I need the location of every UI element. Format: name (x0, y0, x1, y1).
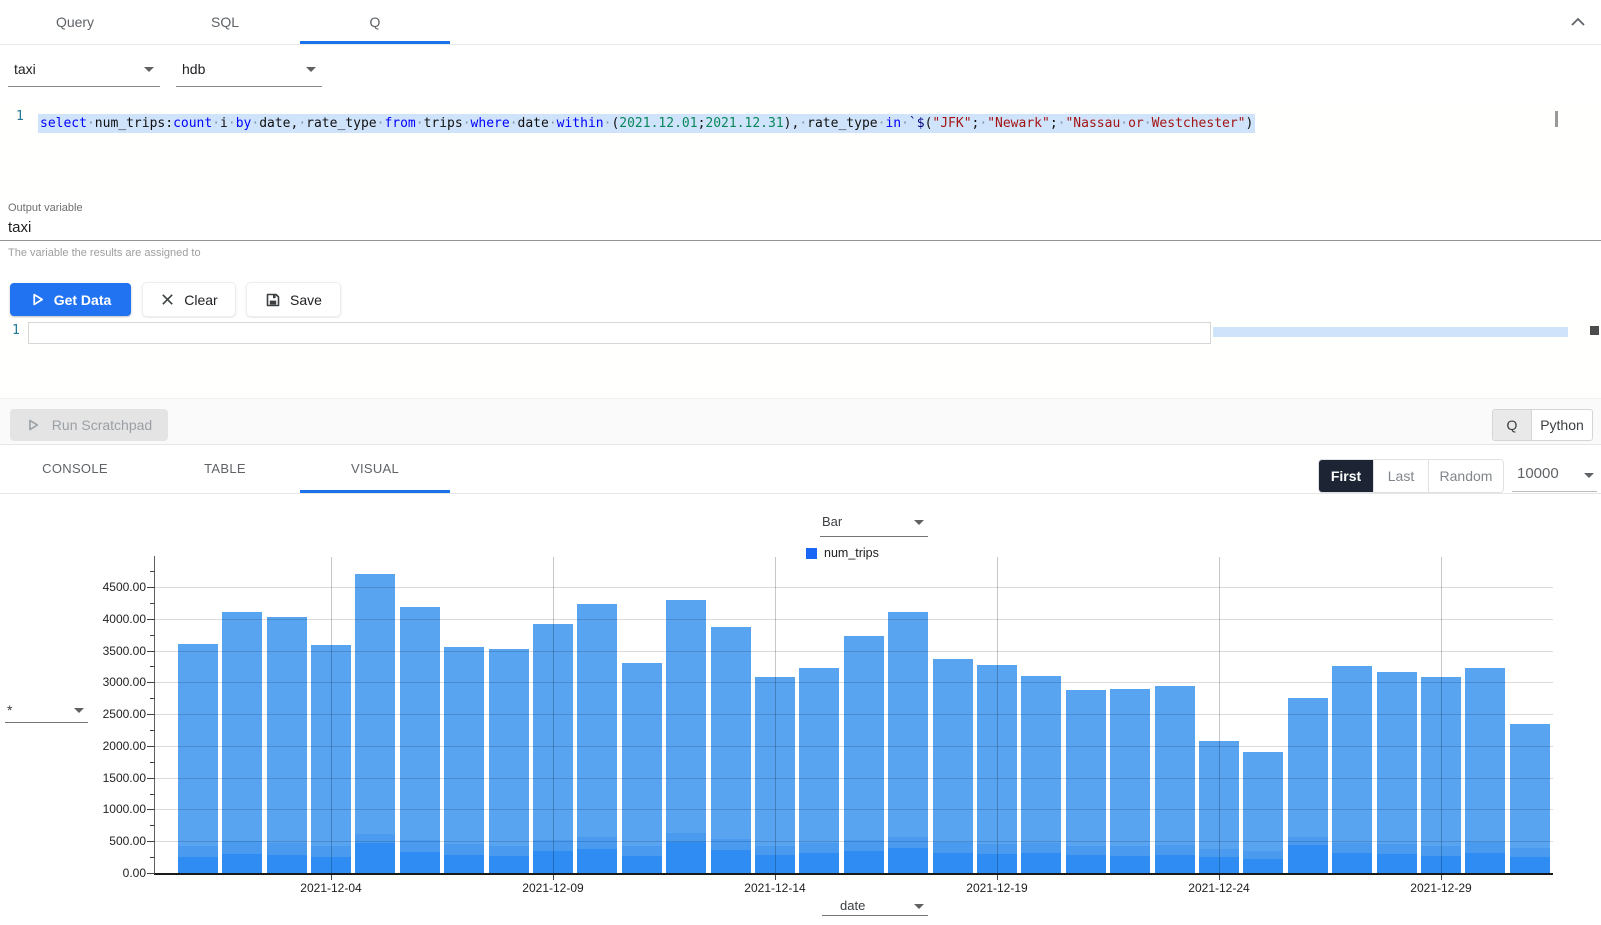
h-gridline (155, 651, 1553, 652)
x-axis-tick (1441, 875, 1442, 880)
y-axis-minor-tick (150, 730, 155, 731)
y-axis-label: 1500.00 (58, 771, 146, 785)
x-axis-label: 2021-12-09 (508, 881, 598, 895)
y-axis-minor-tick (150, 666, 155, 667)
y-axis-tick (147, 841, 155, 842)
y-axis-minor-tick (150, 762, 155, 763)
y-axis-minor-tick (150, 794, 155, 795)
y-axis-minor-tick (150, 857, 155, 858)
y-axis-label: 2000.00 (58, 739, 146, 753)
y-axis-label: 3000.00 (58, 675, 146, 689)
v-gridline (553, 557, 554, 873)
bar-overlap-low (577, 849, 617, 873)
bar-overlap-low (1288, 845, 1328, 873)
y-axis-label: 500.00 (58, 834, 146, 848)
bar-overlap-low (888, 848, 928, 873)
x-axis-tick (1219, 875, 1220, 880)
h-gridline (155, 587, 1553, 588)
y-axis-tick (147, 809, 155, 810)
bar-overlap-low (400, 852, 440, 873)
bar-overlap-low (267, 855, 307, 873)
v-gridline (997, 557, 998, 873)
y-axis-tick (147, 778, 155, 779)
bar[interactable] (444, 647, 484, 873)
y-axis-tick (147, 651, 155, 652)
h-gridline (155, 619, 1553, 620)
v-gridline (331, 557, 332, 873)
x-axis-label: 2021-12-29 (1396, 881, 1486, 895)
bar-overlap-low (1021, 853, 1061, 873)
h-gridline (155, 714, 1553, 715)
y-axis-label: 1000.00 (58, 802, 146, 816)
bar-overlap-low (1110, 856, 1150, 873)
bar-overlap-low (1510, 857, 1550, 873)
y-axis-tick (147, 587, 155, 588)
x-axis-tick (553, 875, 554, 880)
bar-overlap-low (799, 853, 839, 873)
y-axis-tick (147, 682, 155, 683)
y-axis-minor-tick (150, 603, 155, 604)
x-axis-label: 2021-12-14 (730, 881, 820, 895)
x-axis-label: 2021-12-19 (952, 881, 1042, 895)
bar-overlap-low (178, 857, 218, 873)
bar-overlap-low (711, 850, 751, 873)
bar[interactable] (577, 604, 617, 873)
bar-overlap-low (1377, 854, 1417, 873)
bar-overlap-low (1465, 853, 1505, 873)
y-axis-label: 4000.00 (58, 612, 146, 626)
x-axis-tick (997, 875, 998, 880)
bar-overlap-low (622, 856, 662, 873)
v-gridline (775, 557, 776, 873)
x-axis-line (154, 873, 1553, 875)
y-axis-tick (147, 619, 155, 620)
y-axis-label: 3500.00 (58, 644, 146, 658)
y-axis-label: 2500.00 (58, 707, 146, 721)
bar-overlap-low (355, 843, 395, 873)
bar[interactable] (711, 627, 751, 873)
ide-root: Query SQL Q taxi hdb 1 select·num_trips:… (0, 0, 1601, 925)
x-axis-tick (331, 875, 332, 880)
y-axis-label: 4500.00 (58, 580, 146, 594)
bar-overlap-low (1332, 853, 1372, 873)
bar-overlap-low (1155, 855, 1195, 873)
bar-overlap-low (666, 842, 706, 873)
y-axis-minor-tick (150, 635, 155, 636)
y-axis-minor-tick (150, 698, 155, 699)
bar-overlap-low (1066, 855, 1106, 873)
x-axis-tick (775, 875, 776, 880)
h-gridline (155, 682, 1553, 683)
y-axis-tick (147, 873, 155, 874)
h-gridline (155, 778, 1553, 779)
bar-chart: 0.00 500.00 1000.00 1500.00 2000.00 2500.00 30… (0, 0, 1601, 925)
bar-overlap-low (489, 856, 529, 873)
bar-overlap-low (222, 854, 262, 873)
x-axis-label: 2021-12-24 (1174, 881, 1264, 895)
y-axis-label: 0.00 (58, 866, 146, 880)
bar-overlap-low (844, 851, 884, 873)
bar-overlap-low (933, 853, 973, 873)
bar-overlap-low (1243, 859, 1283, 873)
y-axis-tick (147, 746, 155, 747)
bar[interactable] (844, 636, 884, 873)
h-gridline (155, 841, 1553, 842)
bar[interactable] (178, 644, 218, 873)
v-gridline (1441, 557, 1442, 873)
v-gridline (1219, 557, 1220, 873)
x-axis-label: 2021-12-04 (286, 881, 376, 895)
y-axis-minor-tick (150, 571, 155, 572)
h-gridline (155, 746, 1553, 747)
bar-overlap-low (444, 855, 484, 873)
h-gridline (155, 809, 1553, 810)
bar[interactable] (400, 607, 440, 873)
y-axis-minor-tick (150, 825, 155, 826)
y-axis-tick (147, 714, 155, 715)
